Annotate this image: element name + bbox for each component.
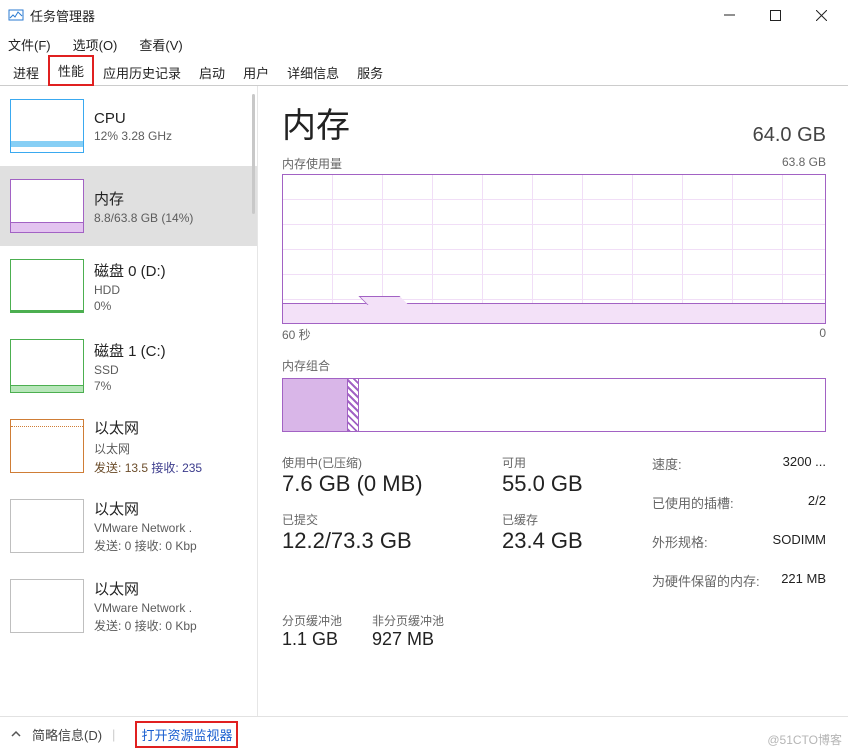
window-title: 任务管理器 bbox=[30, 6, 95, 25]
sidebar-item-sub: VMware Network . bbox=[94, 601, 197, 615]
tab-bar: 进程 性能 应用历史记录 启动 用户 详细信息 服务 bbox=[0, 58, 848, 86]
perf-content: 内存 64.0 GB 内存使用量 63.8 GB 60 秒 0 内存组合 使用中… bbox=[258, 86, 848, 716]
app-icon bbox=[8, 7, 24, 23]
cpu-thumb-icon bbox=[10, 99, 84, 153]
spec-key: 为硬件保留的内存: bbox=[652, 571, 760, 590]
usage-label: 内存使用量 bbox=[282, 155, 342, 172]
sidebar-item-sub: 7% bbox=[94, 379, 166, 393]
sidebar-item-disk1[interactable]: 磁盘 1 (C:) SSD 7% bbox=[0, 326, 257, 406]
tab-app-history[interactable]: 应用历史记录 bbox=[94, 58, 190, 86]
sidebar-item-sub: 8.8/63.8 GB (14%) bbox=[94, 211, 193, 225]
open-resource-monitor-link[interactable]: 打开资源监视器 bbox=[135, 721, 238, 748]
menu-bar: 文件(F) 选项(O) 查看(V) bbox=[0, 30, 848, 58]
tab-details[interactable]: 详细信息 bbox=[278, 58, 348, 86]
sidebar-item-disk0[interactable]: 磁盘 0 (D:) HDD 0% bbox=[0, 246, 257, 326]
minimize-button[interactable] bbox=[706, 0, 752, 30]
memory-usage-graph bbox=[282, 174, 826, 324]
sidebar-item-sub: 以太网 bbox=[94, 440, 202, 457]
titlebar: 任务管理器 bbox=[0, 0, 848, 30]
tab-users[interactable]: 用户 bbox=[234, 58, 278, 86]
spec-key: 速度: bbox=[652, 454, 682, 473]
sidebar-item-sub: HDD bbox=[94, 283, 166, 297]
watermark: @51CTO博客 bbox=[767, 731, 842, 748]
sidebar-item-cpu[interactable]: CPU 12% 3.28 GHz bbox=[0, 86, 257, 166]
sidebar-item-label: CPU bbox=[94, 110, 172, 127]
footer-bar: 简略信息(D) | 打开资源监视器 bbox=[0, 716, 848, 752]
spec-key: 外形规格: bbox=[652, 532, 708, 551]
close-button[interactable] bbox=[798, 0, 844, 30]
spec-val: 3200 ... bbox=[783, 454, 826, 473]
tab-processes[interactable]: 进程 bbox=[4, 58, 48, 86]
brief-info-button[interactable]: 简略信息(D) bbox=[32, 725, 102, 744]
menu-options[interactable]: 选项(O) bbox=[69, 33, 122, 56]
menu-file[interactable]: 文件(F) bbox=[4, 33, 55, 56]
spec-val: SODIMM bbox=[773, 532, 826, 551]
sidebar-item-label: 磁盘 1 (C:) bbox=[94, 340, 166, 361]
sidebar-item-sub: VMware Network . bbox=[94, 521, 197, 535]
maximize-button[interactable] bbox=[752, 0, 798, 30]
sidebar-item-sub: SSD bbox=[94, 363, 166, 377]
metric-value: 1.1 GB bbox=[282, 629, 342, 650]
sidebar-item-label: 以太网 bbox=[94, 498, 197, 519]
memory-total: 64.0 GB bbox=[753, 124, 826, 147]
sidebar-item-label: 磁盘 0 (D:) bbox=[94, 260, 166, 281]
sidebar-item-label: 以太网 bbox=[94, 417, 202, 438]
ethernet-thumb-icon bbox=[10, 579, 84, 633]
metric-value: 12.2/73.3 GB bbox=[282, 528, 472, 554]
usage-max: 63.8 GB bbox=[782, 155, 826, 172]
ethernet-thumb-icon bbox=[10, 499, 84, 553]
metric-label: 已缓存 bbox=[502, 511, 622, 528]
sidebar-item-memory[interactable]: 内存 8.8/63.8 GB (14%) bbox=[0, 166, 257, 246]
tab-performance[interactable]: 性能 bbox=[48, 55, 94, 86]
metric-label: 可用 bbox=[502, 454, 622, 471]
page-title: 内存 bbox=[282, 98, 350, 147]
menu-view[interactable]: 查看(V) bbox=[135, 33, 186, 56]
composition-label: 内存组合 bbox=[282, 357, 826, 374]
metric-value: 927 MB bbox=[372, 629, 444, 650]
disk-thumb-icon bbox=[10, 259, 84, 313]
memory-composition-bar bbox=[282, 378, 826, 432]
tab-startup[interactable]: 启动 bbox=[190, 58, 234, 86]
metric-value: 55.0 GB bbox=[502, 471, 622, 497]
memory-thumb-icon bbox=[10, 179, 84, 233]
metric-label: 分页缓冲池 bbox=[282, 612, 342, 629]
sidebar-item-eth1[interactable]: 以太网 VMware Network . 发送: 0 接收: 0 Kbp bbox=[0, 486, 257, 566]
spec-val: 221 MB bbox=[781, 571, 826, 590]
metric-value: 23.4 GB bbox=[502, 528, 622, 554]
collapse-icon[interactable] bbox=[10, 727, 22, 743]
sidebar-item-sub: 发送: 0 接收: 0 Kbp bbox=[94, 617, 197, 634]
sidebar-item-sub: 0% bbox=[94, 299, 166, 313]
metric-label: 使用中(已压缩) bbox=[282, 454, 472, 471]
spec-key: 已使用的插槽: bbox=[652, 493, 734, 512]
metric-value: 7.6 GB (0 MB) bbox=[282, 471, 472, 497]
axis-left: 60 秒 bbox=[282, 326, 311, 343]
tab-services[interactable]: 服务 bbox=[348, 58, 392, 86]
sidebar-item-sub: 12% 3.28 GHz bbox=[94, 129, 172, 143]
sidebar-item-eth0[interactable]: 以太网 以太网 发送: 13.5 接收: 235 bbox=[0, 406, 257, 486]
main-split: CPU 12% 3.28 GHz 内存 8.8/63.8 GB (14%) 磁盘… bbox=[0, 86, 848, 716]
ethernet-thumb-icon bbox=[10, 419, 84, 473]
sidebar-item-sub: 发送: 13.5 接收: 235 bbox=[94, 459, 202, 476]
sidebar-item-sub: 发送: 0 接收: 0 Kbp bbox=[94, 537, 197, 554]
sidebar-item-label: 内存 bbox=[94, 188, 193, 209]
axis-right: 0 bbox=[819, 326, 826, 343]
metric-label: 非分页缓冲池 bbox=[372, 612, 444, 629]
sidebar-item-eth2[interactable]: 以太网 VMware Network . 发送: 0 接收: 0 Kbp bbox=[0, 566, 257, 646]
metric-label: 已提交 bbox=[282, 511, 472, 528]
spec-val: 2/2 bbox=[808, 493, 826, 512]
disk-thumb-icon bbox=[10, 339, 84, 393]
perf-sidebar: CPU 12% 3.28 GHz 内存 8.8/63.8 GB (14%) 磁盘… bbox=[0, 86, 258, 716]
sidebar-item-label: 以太网 bbox=[94, 578, 197, 599]
